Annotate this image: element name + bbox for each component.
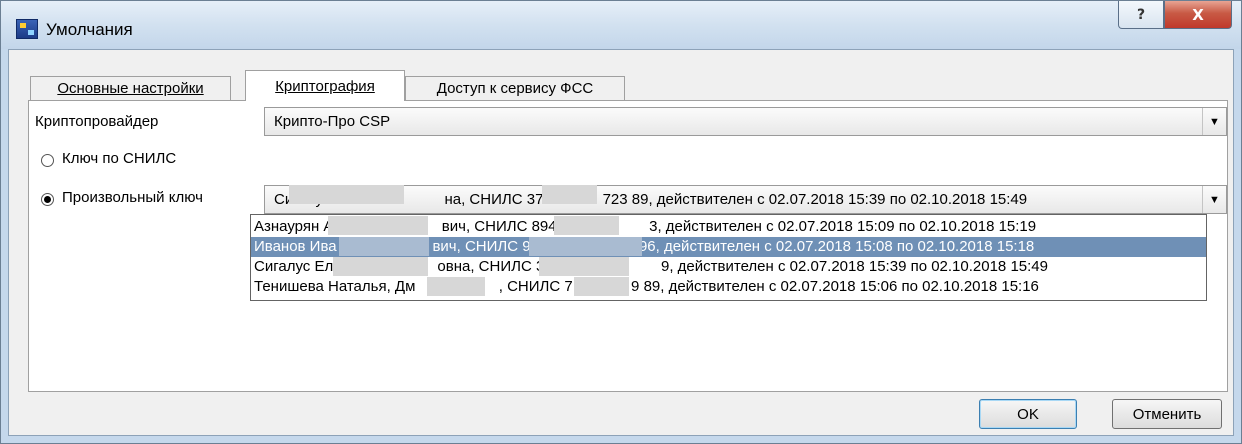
window-title: Умолчания (46, 20, 133, 39)
redaction-blur (574, 277, 629, 296)
provider-combo[interactable]: Крипто-Про CSP ▼ (264, 107, 1227, 136)
redaction-blur (289, 185, 404, 204)
radio-custom-key[interactable] (41, 193, 54, 206)
chevron-down-icon[interactable]: ▼ (1202, 186, 1226, 213)
redaction-blur (539, 257, 629, 276)
dialog-body: Основные настройки Криптография Доступ к… (8, 49, 1234, 436)
help-button[interactable]: ? (1118, 1, 1164, 29)
redaction-blur (328, 216, 428, 235)
redaction-blur (427, 277, 485, 296)
cancel-button[interactable]: Отменить (1112, 399, 1222, 429)
app-icon (16, 19, 38, 39)
key-combo[interactable]: Сигалус Е на, СНИЛС 373- 723 89, действи… (264, 185, 1227, 214)
tab-label: Основные настройки (57, 80, 204, 97)
tab-main-settings[interactable]: Основные настройки (30, 76, 231, 100)
redaction-blur (529, 237, 642, 256)
tab-fss-access[interactable]: Доступ к сервису ФСС (405, 76, 625, 100)
redaction-blur (339, 237, 429, 256)
tab-label: Криптография (275, 77, 375, 95)
close-button[interactable]: X (1164, 1, 1232, 29)
redaction-blur (554, 216, 619, 235)
key-option[interactable]: Тенишева Наталья, Дм , СНИЛС 7 9 89, дей… (251, 277, 1206, 297)
title-bar[interactable]: Умолчания ? X (1, 1, 1241, 49)
redaction-blur (542, 185, 597, 204)
chevron-down-icon[interactable]: ▼ (1202, 108, 1226, 135)
redaction-blur (333, 257, 428, 276)
provider-label: Криптопровайдер (35, 113, 159, 130)
tab-cryptography[interactable]: Криптография (245, 70, 405, 101)
radio-key-by-snils[interactable] (41, 154, 54, 167)
ok-button[interactable]: OK (979, 399, 1077, 429)
defaults-window: Умолчания ? X Основные настройки Криптог… (0, 0, 1242, 444)
radio-key-by-snils-label: Ключ по СНИЛС (62, 150, 177, 167)
tab-label: Доступ к сервису ФСС (436, 80, 594, 97)
radio-custom-key-label: Произвольный ключ (62, 189, 203, 206)
provider-value: Крипто-Про CSP (274, 113, 391, 130)
